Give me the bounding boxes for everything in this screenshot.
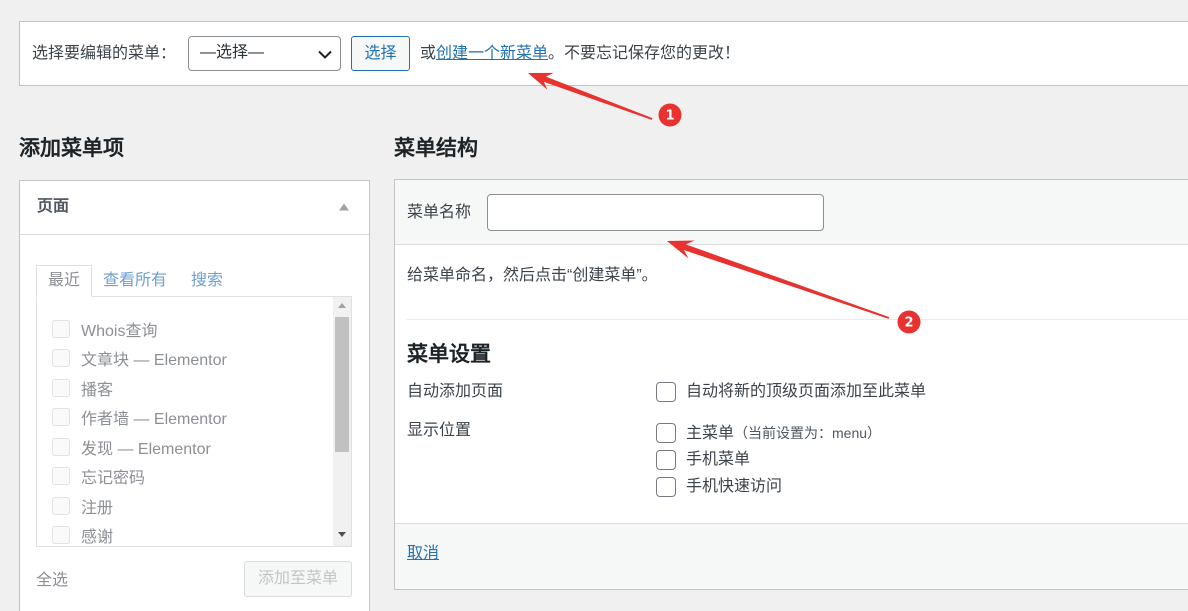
location-mobile-quick-label[interactable]: 手机快速访问 xyxy=(686,477,782,497)
menu-structure-body: 给菜单命名，然后点击“创建菜单”。 菜单设置 自动添加页面 自动将新的顶级页面添… xyxy=(395,245,1188,523)
page-label: Whois查询 xyxy=(81,322,158,340)
add-menu-items-heading: 添加菜单项 xyxy=(19,137,124,160)
display-location-label: 显示位置 xyxy=(407,422,472,439)
menu-structure-heading: 菜单结构 xyxy=(394,137,478,160)
page-list-item[interactable]: 忘记密码 xyxy=(37,462,351,492)
menu-structure-panel: 菜单名称 给菜单命名，然后点击“创建菜单”。 菜单设置 自动添加页面 自动将新的… xyxy=(394,179,1188,590)
page-label: 作者墙 — Elementor xyxy=(81,411,227,429)
location-primary-checkbox[interactable] xyxy=(656,423,676,443)
page-list-item[interactable]: 注册 xyxy=(37,491,351,521)
pages-metabox: 页面 最近 查看所有 搜索 Whois查询 文章块 — Elementor 播客… xyxy=(19,180,370,611)
auto-add-pages-option[interactable]: 自动将新的顶级页面添加至此菜单 xyxy=(686,382,926,402)
page-list-item[interactable]: 播客 xyxy=(37,373,351,403)
menu-name-input[interactable] xyxy=(487,194,824,231)
scroll-down-arrow-icon[interactable] xyxy=(338,532,346,537)
tab-search[interactable]: 搜索 xyxy=(191,271,223,291)
scrollbar-thumb[interactable] xyxy=(335,317,349,452)
location-mobile-label[interactable]: 手机菜单 xyxy=(686,450,750,470)
page-label: 发现 — Elementor xyxy=(81,440,211,458)
page-checkbox[interactable] xyxy=(52,496,70,515)
auto-add-pages-checkbox[interactable] xyxy=(656,382,676,402)
page-list-item[interactable]: 作者墙 — Elementor xyxy=(37,403,351,433)
menu-name-hint: 给菜单命名，然后点击“创建菜单”。 xyxy=(407,267,658,284)
pages-metabox-title: 页面 xyxy=(37,198,70,215)
menu-settings-heading: 菜单设置 xyxy=(407,343,491,366)
triangle-up-icon[interactable] xyxy=(339,203,349,211)
page-checkbox[interactable] xyxy=(52,526,70,545)
select-menu-button[interactable]: 选择 xyxy=(351,36,410,71)
location-primary-note: （当前设置为：menu） xyxy=(734,425,882,441)
page-list-scrollbar[interactable] xyxy=(333,297,351,546)
page-list-item[interactable]: 发现 — Elementor xyxy=(37,432,351,462)
page-label: 文章块 — Elementor xyxy=(81,352,227,370)
page-checkbox[interactable] xyxy=(52,467,70,486)
page-checkbox[interactable] xyxy=(52,408,70,427)
location-mobile-quick-checkbox[interactable] xyxy=(656,477,676,497)
page-checkbox[interactable] xyxy=(52,437,70,456)
page-checkbox[interactable] xyxy=(52,378,70,397)
menu-name-label: 菜单名称 xyxy=(407,204,472,221)
or-text: 或 xyxy=(420,45,437,62)
select-menu-label: 选择要编辑的菜单： xyxy=(32,45,177,62)
annotation-badge-1 xyxy=(658,103,682,127)
page-list-item[interactable]: Whois查询 xyxy=(37,314,351,344)
location-primary-name: 主菜单 xyxy=(686,425,735,442)
select-all-link[interactable]: 全选 xyxy=(36,571,68,591)
page-label: 播客 xyxy=(81,381,114,399)
page-label: 感谢 xyxy=(81,529,114,547)
menu-structure-footer: 取消 xyxy=(395,523,1188,589)
add-to-menu-button[interactable]: 添加至菜单 xyxy=(244,561,352,597)
page-label: 注册 xyxy=(81,499,114,517)
menu-select-dropdown[interactable]: —选择— xyxy=(188,36,341,71)
page-label: 忘记密码 xyxy=(81,470,146,488)
auto-add-pages-label: 自动添加页面 xyxy=(407,383,504,400)
create-menu-hint: 或创建一个新菜单。不要忘记保存您的更改！ xyxy=(420,44,740,64)
scroll-up-arrow-icon[interactable] xyxy=(338,303,346,308)
page-list-item[interactable]: 文章块 — Elementor xyxy=(37,344,351,374)
create-new-menu-link[interactable]: 创建一个新菜单 xyxy=(436,45,548,62)
menu-select-bar: 选择要编辑的菜单： —选择— 选择 或创建一个新菜单。不要忘记保存您的更改！ xyxy=(19,21,1188,86)
location-mobile-checkbox[interactable] xyxy=(656,450,676,470)
page-checkbox[interactable] xyxy=(52,349,70,368)
settings-divider xyxy=(407,319,1188,320)
pages-metabox-header[interactable]: 页面 xyxy=(20,181,369,235)
annotation-number-1: 1 xyxy=(665,109,674,124)
page-checkbox[interactable] xyxy=(52,319,70,338)
save-reminder-text: 。不要忘记保存您的更改！ xyxy=(548,45,741,62)
location-primary-label[interactable]: 主菜单（当前设置为：menu） xyxy=(686,423,881,443)
menu-name-header: 菜单名称 xyxy=(395,180,1188,245)
cancel-link[interactable]: 取消 xyxy=(407,544,439,564)
recent-pages-list: Whois查询 文章块 — Elementor 播客 作者墙 — Element… xyxy=(36,296,352,547)
chevron-down-icon xyxy=(318,50,332,59)
tab-view-all[interactable]: 查看所有 xyxy=(103,271,167,291)
page-list-item[interactable]: 感谢 xyxy=(37,521,351,547)
menu-select-value: —选择— xyxy=(200,44,265,61)
tab-recent[interactable]: 最近 xyxy=(36,265,92,297)
